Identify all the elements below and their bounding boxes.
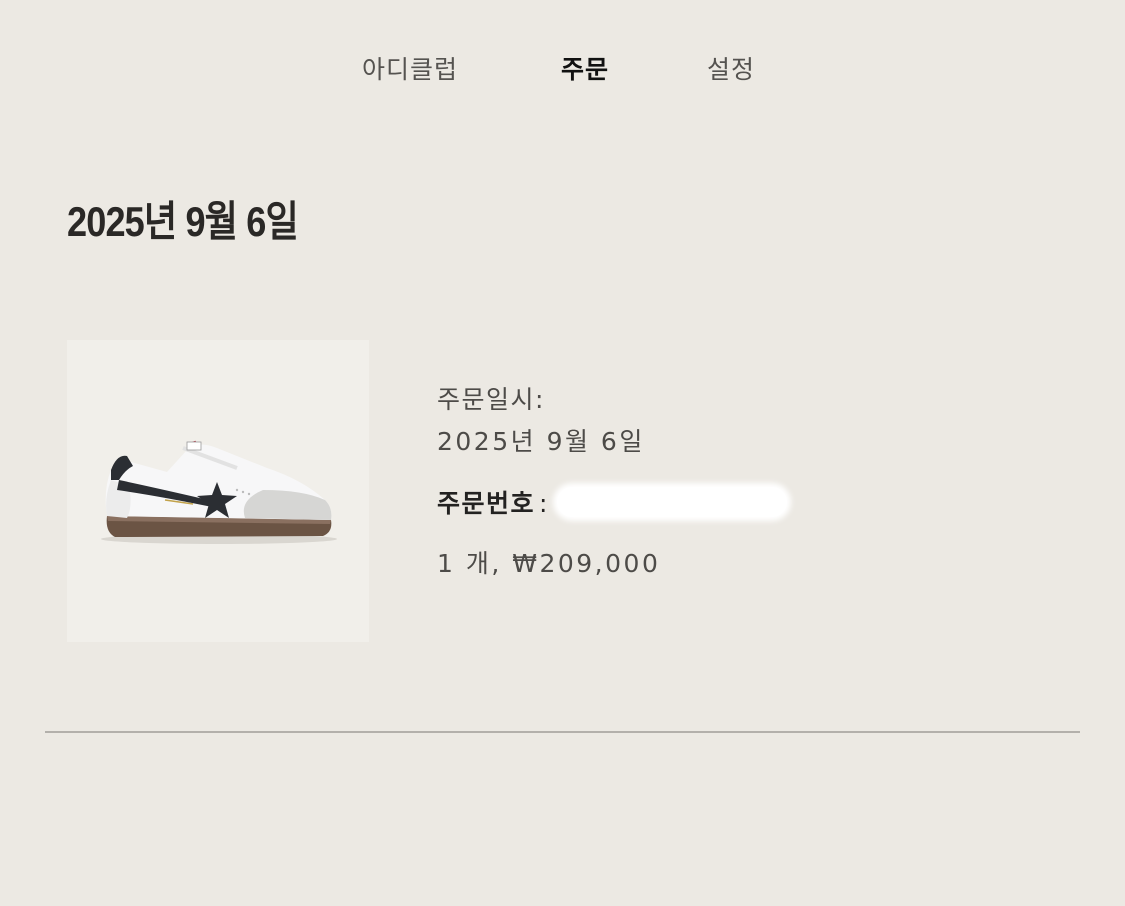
- orders-page: 아디클럽 주문 설정 2025년 9월 6일 주문일시: 2025년 9월 6일…: [0, 0, 1125, 906]
- top-nav: 아디클럽 주문 설정: [0, 48, 1125, 96]
- order-info: 주문일시: 2025년 9월 6일 주문번호: 1 개, ₩209,000: [437, 380, 997, 586]
- product-image[interactable]: [67, 340, 369, 642]
- divider: [45, 731, 1080, 733]
- order-date-label: 주문일시:: [437, 385, 545, 414]
- order-card[interactable]: 주문일시: 2025년 9월 6일 주문번호: 1 개, ₩209,000: [67, 340, 1067, 642]
- sneaker-image: [101, 440, 337, 544]
- order-number-row: 주문번호:: [437, 482, 997, 526]
- tab-adiclub[interactable]: 아디클럽: [362, 48, 458, 92]
- order-number-label: 주문번호: [437, 489, 536, 518]
- tab-settings[interactable]: 설정: [707, 48, 755, 92]
- order-date-value: 2025년 9월 6일: [437, 427, 645, 456]
- order-number-colon: :: [539, 489, 548, 518]
- tab-orders[interactable]: 주문: [561, 48, 609, 92]
- order-number-redaction: [557, 487, 787, 517]
- order-quantity-price: 1 개, ₩209,000: [437, 549, 661, 578]
- order-date-heading: 2025년 9월 6일: [67, 198, 299, 245]
